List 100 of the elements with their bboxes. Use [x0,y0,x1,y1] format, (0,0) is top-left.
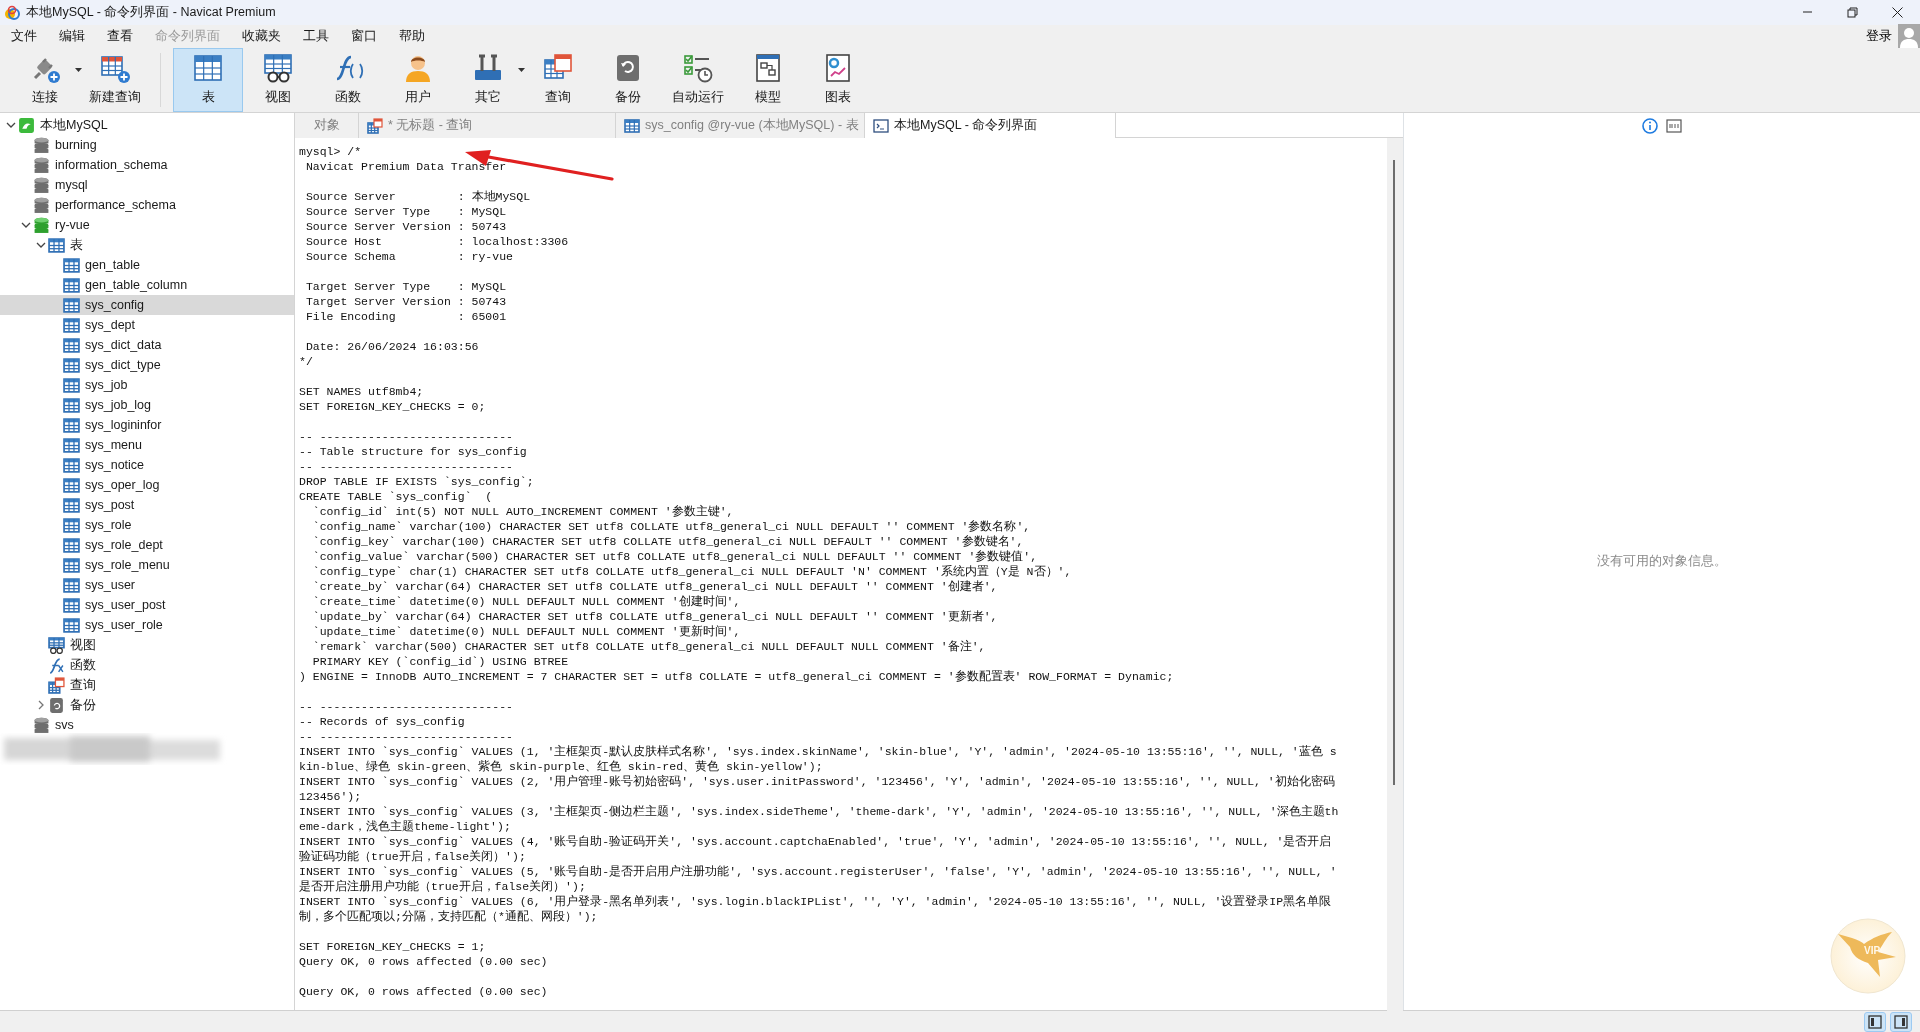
tree-item[interactable]: sys_logininfor [0,415,294,435]
console-line: SET NAMES utf8mb4; [299,384,425,399]
menu-item[interactable]: 编辑 [48,26,96,46]
tree-item[interactable]: svs [0,715,294,735]
tree-item[interactable]: sys_dept [0,315,294,335]
console-line: `config_key` varchar(100) CHARACTER SET utf8 COLLATE utf8_general_ci NULL DEFAULT '' COMMENT '参数键名', [311,534,1025,549]
tree-item[interactable]: sys_menu [0,435,294,455]
tree-item[interactable]: sys_post [0,495,294,515]
menu-item[interactable]: 查看 [96,26,144,46]
console-line: File Encoding : 65001 [304,309,508,324]
tree-item[interactable]: 函数 [0,655,294,675]
tree-item[interactable]: gen_table_column [0,275,294,295]
table-icon [63,296,80,314]
console-line: `create_time` datetime(0) NULL DEFAULT NULL COMMENT '创建时间', [311,594,742,609]
tab[interactable]: 本地MySQL - 命令列界面 [865,113,1116,138]
console-line: kin-blue、绿色 skin-green、紫色 skin-purple、红色 skin-red、黄色 skin-yellow'); [299,759,824,774]
table-icon [63,476,80,494]
console-line: -- ---------------------------- [299,429,514,444]
console-line: mysql> /* [299,144,363,159]
console-line: CREATE TABLE `sys_config` ( [299,489,494,504]
console-line: INSERT INTO `sys_config` VALUES (1, '主框架页-默认皮肤样式名称', 'sys.index.skinName', 'skin-blue', 'Y', 'admin', '2024-05-10 13:55:16', '', NULL, '蓝色 s [299,744,1338,759]
table-icon [63,536,80,554]
tab[interactable]: 对象 [295,113,359,138]
restore-icon [1846,6,1859,19]
toolbar-button[interactable]: 函数 [313,47,383,112]
tree-item[interactable]: mysql [0,175,294,195]
console-line: PRIMARY KEY (`config_id`) USING BTREE [311,654,570,669]
toolbar-button[interactable]: 备份 [593,47,663,112]
function-icon [48,656,65,674]
console-line: `config_value` varchar(500) CHARACTER SET utf8 COLLATE utf8_general_ci NULL DEFAULT '' COMMENT '参数键值', [311,549,1039,564]
console-line: -- Records of sys_config [299,714,466,729]
tree-item[interactable]: gen_table [0,255,294,275]
menu-item[interactable]: 帮助 [388,26,436,46]
console-line: 验证码功能（true开启，false关闭）'); [299,849,527,864]
tree-item[interactable]: burning [0,135,294,155]
toolbar-button[interactable]: 新建查询 [80,47,150,112]
table-icon [63,576,80,594]
table-icon [48,236,65,254]
console-line: Date: 26/06/2024 16:03:56 [304,339,480,354]
tab[interactable]: * 无标题 - 查询 [359,113,616,138]
toolbar-button[interactable]: 视图 [243,47,313,112]
info-message: 没有可用的对象信息。 [1597,553,1727,571]
tab[interactable]: sys_config @ry-vue (本地MySQL) - 表 [616,113,865,138]
tree-item[interactable]: sys_notice [0,455,294,475]
toolbar-button[interactable]: 模型 [733,47,803,112]
query-icon [48,676,65,694]
tree-item[interactable]: 表 [0,235,294,255]
console-line: INSERT INTO `sys_config` VALUES (2, '用户管理-账号初始密码', 'sys.user.initPassword', '123456', 'Y', 'admin', '2024-05-10 13:55:16', '', NULL, '初始化密码 [299,774,1336,789]
table-icon [63,436,80,454]
info-icon[interactable] [1642,117,1658,134]
console-line: 是否开启注册用户功能（true开启，false关闭）'); [299,879,587,894]
connection-icon [18,116,35,134]
menu-item[interactable]: 窗口 [340,26,388,46]
tree-item[interactable]: 本地MySQL [0,115,294,135]
tree-item[interactable]: sys_config [0,295,294,315]
toolbar-button[interactable]: 连接 [10,47,80,112]
right-panel-toggle[interactable] [1890,1011,1912,1032]
console-line: `update_time` datetime(0) NULL DEFAULT NULL COMMENT '更新时间', [311,624,742,639]
tree-item[interactable]: sys_job_log [0,395,294,415]
console-line: `create_by` varchar(64) CHARACTER SET utf8 COLLATE utf8_general_ci NULL DEFAULT '' COMMENT '创建者', [311,579,999,594]
tree-item[interactable]: sys_user_post [0,595,294,615]
tree-item[interactable]: 查询 [0,675,294,695]
left-panel-toggle[interactable] [1864,1011,1886,1032]
toolbar-button[interactable]: 表 [173,47,243,112]
menu-item[interactable]: 工具 [292,26,340,46]
avatar[interactable] [1898,24,1920,48]
scrollbar[interactable] [1387,138,1403,1014]
toolbar-button[interactable]: 其它 [453,47,523,112]
tree-item[interactable]: ry-vue [0,215,294,235]
console-line: `config_id` int(5) NOT NULL AUTO_INCREMENT COMMENT '参数主键', [311,504,735,519]
tree-item[interactable]: sys_user [0,575,294,595]
toolbar-button[interactable]: 查询 [523,47,593,112]
login-button[interactable]: 登录 [1860,26,1898,46]
toolbar-button[interactable]: 用户 [383,47,453,112]
console-line: `remark` varchar(500) CHARACTER SET utf8 COLLATE utf8_general_ci NULL DEFAULT NULL COMMENT '备注', [311,639,987,654]
console-icon [873,117,889,134]
menu-item[interactable]: 文件 [0,26,48,46]
tree-item[interactable]: sys_role_dept [0,535,294,555]
toolbar-button[interactable]: 自动运行 [663,47,733,112]
console-line: SET FOREIGN_KEY_CHECKS = 1; [299,939,487,954]
tree-item[interactable]: information_schema [0,155,294,175]
tree-item[interactable]: sys_job [0,375,294,395]
table-icon [63,456,80,474]
tree-item[interactable]: sys_oper_log [0,475,294,495]
table-icon [624,117,640,134]
table-icon [63,516,80,534]
tree-item[interactable]: sys_dict_data [0,335,294,355]
tree-item[interactable]: performance_schema [0,195,294,215]
tree-item[interactable]: sys_role_menu [0,555,294,575]
console-line: ) ENGINE = InnoDB AUTO_INCREMENT = 7 CHARACTER SET = utf8 COLLATE = utf8_general_ci COMMENT = '参数配置表' ROW_FORMAT = Dynamic; [299,669,1175,684]
tree-item[interactable]: sys_user_role [0,615,294,635]
tree-item[interactable]: sys_dict_type [0,355,294,375]
menu-item[interactable]: 收藏夹 [231,26,292,46]
window-title: 本地MySQL - 命令列界面 - Navicat Premium [26,4,276,22]
tree-item[interactable]: sys_role [0,515,294,535]
console-line: 制，多个匹配项以;分隔，支持匹配（*通配、网段）'); [299,909,599,924]
toolbar-button[interactable]: 图表 [803,47,873,112]
tree-item[interactable]: 视图 [0,635,294,655]
ddl-icon[interactable] [1666,118,1682,133]
tree-item[interactable]: 备份 [0,695,294,715]
